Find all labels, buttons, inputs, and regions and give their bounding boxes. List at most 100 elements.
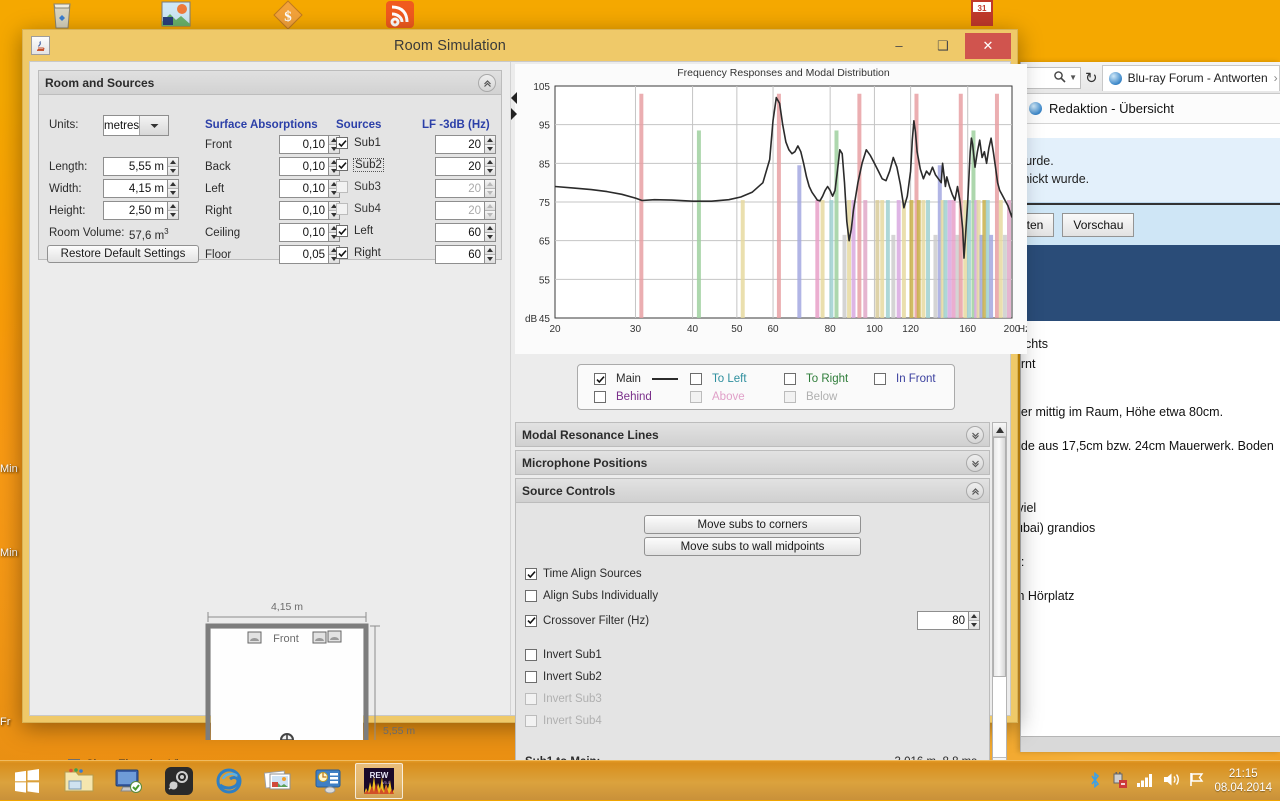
source-control-invert-sub2[interactable]: Invert Sub2 — [525, 666, 980, 688]
legend-item-main[interactable]: Main — [594, 373, 684, 385]
background-browser-window[interactable]: ▼ ↻ Blu-ray Forum - Antworten › Redaktio… — [1020, 62, 1280, 752]
source-lf-stepper-left[interactable] — [485, 223, 496, 242]
source-lf-input-right[interactable]: 60 — [435, 245, 485, 264]
close-button[interactable]: ✕ — [965, 32, 1011, 59]
legend-item-in-front[interactable]: In Front — [874, 373, 936, 385]
source-lf-field-sub1[interactable]: 20 — [435, 135, 496, 154]
move-subs-to-corners-button[interactable]: Move subs to corners — [644, 515, 861, 534]
scrollbar-thumb[interactable] — [993, 437, 1006, 677]
legend-checkbox-above[interactable] — [690, 391, 702, 403]
absorption-input-left[interactable]: 0,10 — [279, 179, 329, 198]
legend-checkbox-behind[interactable] — [594, 391, 606, 403]
volume-icon[interactable] — [1163, 772, 1180, 790]
legend-checkbox-in-front[interactable] — [874, 373, 886, 385]
taskbar-steam[interactable] — [155, 763, 203, 799]
legend-item-above[interactable]: Above — [690, 391, 745, 403]
network-signal-icon[interactable] — [1137, 773, 1154, 790]
source-checkbox-left[interactable] — [336, 225, 348, 237]
room-simulation-window[interactable]: Room Simulation – ❑ ✕ Room and Sources U… — [22, 29, 1030, 801]
source-row-sub2[interactable]: Sub2 — [336, 158, 384, 172]
collapse-room-panel-button[interactable] — [478, 74, 496, 92]
maximize-button[interactable]: ❑ — [921, 31, 965, 60]
taskbar[interactable]: REW V5.0 21:15 08.04.2014 — [0, 760, 1280, 800]
source-checkbox-right[interactable] — [336, 247, 348, 259]
source-row-sub3[interactable]: Sub3 — [336, 181, 381, 193]
source-lf-stepper-sub1[interactable] — [485, 135, 496, 154]
room-diagrams-svg[interactable]: 4,15 m Front 5,55 m — [30, 320, 510, 801]
accordion-source-controls[interactable]: Source Controls — [515, 478, 990, 503]
source-row-left[interactable]: Left — [336, 225, 373, 237]
absorption-input-back[interactable]: 0,10 — [279, 157, 329, 176]
frequency-response-chart[interactable]: Frequency Responses and Modal Distributi… — [515, 64, 1030, 354]
scrollbar-track[interactable] — [993, 437, 1006, 757]
source-control-time-align-sources[interactable]: Time Align Sources — [525, 563, 980, 585]
legend-item-to-left[interactable]: To Left — [690, 373, 747, 385]
legend-item-to-right[interactable]: To Right — [784, 373, 848, 385]
flag-icon[interactable] — [1189, 772, 1205, 790]
safely-remove-icon[interactable] — [1111, 771, 1128, 791]
scroll-up-button[interactable] — [993, 423, 1006, 437]
source-checkbox-sub2[interactable] — [336, 159, 348, 171]
height-stepper[interactable] — [168, 201, 179, 220]
legend-checkbox-main[interactable] — [594, 373, 606, 385]
checkbox-align-subs-individually[interactable] — [525, 590, 537, 602]
money-app-icon[interactable]: $ — [272, 0, 306, 32]
source-lf-input-sub1[interactable]: 20 — [435, 135, 485, 154]
crossover-stepper[interactable] — [969, 611, 980, 630]
taskbar-control-panel[interactable] — [305, 763, 353, 799]
source-control-align-subs-individually[interactable]: Align Subs Individually — [525, 585, 980, 607]
checkbox-time-align-sources[interactable] — [525, 568, 537, 580]
source-row-sub4[interactable]: Sub4 — [336, 203, 381, 215]
legend-checkbox-to-left[interactable] — [690, 373, 702, 385]
splitter-collapse-arrows[interactable] — [510, 92, 518, 120]
browser-tab[interactable]: Blu-ray Forum - Antworten › — [1101, 64, 1280, 91]
legend-item-behind[interactable]: Behind — [594, 391, 652, 403]
absorption-input-floor[interactable]: 0,05 — [279, 245, 329, 264]
source-lf-stepper-sub2[interactable] — [485, 157, 496, 176]
source-lf-field-left[interactable]: 60 — [435, 223, 496, 242]
dropdown-caret-icon[interactable]: ▼ — [1069, 73, 1077, 82]
expand-microphone-positions-button[interactable] — [966, 454, 984, 472]
source-panel-scrollbar[interactable] — [992, 422, 1007, 772]
minimize-button[interactable]: – — [877, 31, 921, 60]
accordion-modal-resonance-lines[interactable]: Modal Resonance Lines — [515, 422, 990, 447]
source-lf-field-right[interactable]: 60 — [435, 245, 496, 264]
absorption-field-right[interactable]: 0,10 — [279, 201, 340, 220]
crossover-filter-checkbox[interactable] — [525, 614, 537, 627]
absorption-field-back[interactable]: 0,10 — [279, 157, 340, 176]
system-tray[interactable]: 21:15 08.04.2014 — [1088, 761, 1280, 801]
height-input[interactable]: 2,50 m — [103, 201, 168, 220]
source-checkbox-sub3[interactable] — [336, 181, 348, 193]
bluetooth-icon[interactable] — [1088, 771, 1102, 791]
absorption-input-ceiling[interactable]: 0,10 — [279, 223, 329, 242]
absorption-field-floor[interactable]: 0,05 — [279, 245, 340, 264]
refresh-icon[interactable]: ↻ — [1085, 69, 1098, 87]
source-row-sub1[interactable]: Sub1 — [336, 137, 381, 149]
absorption-field-front[interactable]: 0,10 — [279, 135, 340, 154]
legend-checkbox-below[interactable] — [784, 391, 796, 403]
source-row-right[interactable]: Right — [336, 247, 381, 259]
width-input[interactable]: 4,15 m — [103, 179, 168, 198]
preview-button[interactable]: Vorschau — [1062, 213, 1135, 237]
source-lf-input-left[interactable]: 60 — [435, 223, 485, 242]
recycle-bin-icon[interactable] — [46, 0, 80, 32]
source-lf-stepper-right[interactable] — [485, 245, 496, 264]
restore-default-settings-button[interactable]: Restore Default Settings — [47, 245, 199, 263]
source-lf-input-sub2[interactable]: 20 — [435, 157, 485, 176]
absorption-input-front[interactable]: 0,10 — [279, 135, 329, 154]
length-input[interactable]: 5,55 m — [103, 157, 168, 176]
legend-checkbox-to-right[interactable] — [784, 373, 796, 385]
feed-app-icon[interactable] — [384, 0, 418, 32]
collapse-source-controls-button[interactable] — [966, 482, 984, 500]
source-checkbox-sub4[interactable] — [336, 203, 348, 215]
taskbar-photo-gallery[interactable] — [255, 763, 303, 799]
taskbar-remote-desktop[interactable] — [105, 763, 153, 799]
taskbar-rew-app[interactable]: REW V5.0 — [355, 762, 403, 799]
width-stepper[interactable] — [168, 179, 179, 198]
checkbox-invert-sub2[interactable] — [525, 671, 537, 683]
absorption-field-left[interactable]: 0,10 — [279, 179, 340, 198]
taskbar-file-explorer[interactable] — [55, 763, 103, 799]
media-app-icon[interactable]: 31 — [966, 0, 1000, 32]
source-control-invert-sub1[interactable]: Invert Sub1 — [525, 644, 980, 666]
chevron-down-icon[interactable] — [139, 116, 168, 135]
